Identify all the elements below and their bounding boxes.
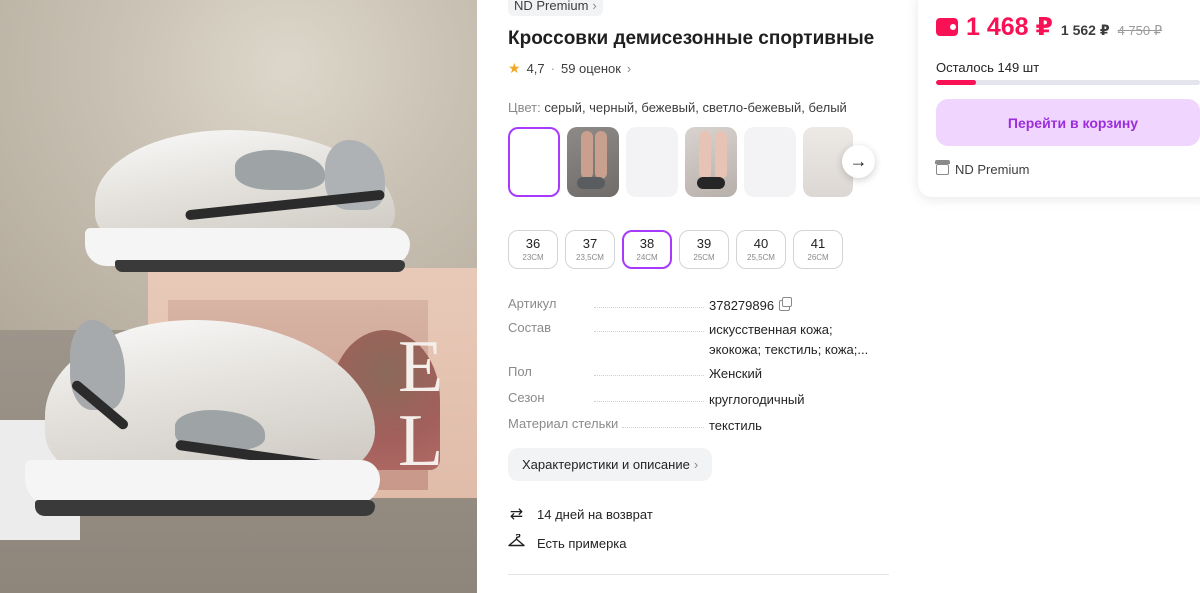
size-number: 41 [810, 236, 826, 251]
spec-leader [594, 401, 704, 402]
color-variant-thumb[interactable] [685, 127, 737, 197]
color-variant-thumb[interactable] [567, 127, 619, 197]
spec-key: Состав [508, 320, 552, 335]
color-value: серый, черный, бежевый, светло-бежевый, … [544, 100, 847, 115]
color-label: Цвет: [508, 100, 541, 115]
size-option[interactable]: 37 23,5СМ [565, 230, 615, 269]
size-number: 37 [582, 236, 598, 251]
brand-link[interactable]: ND Premium › [508, 0, 603, 16]
stock-left: Осталось 149 шт [936, 60, 1040, 75]
price-row: 1 468 ₽ 1 562 ₽ 4 750 ₽ [936, 12, 1162, 42]
spec-key: Пол [508, 364, 532, 379]
chevron-right-icon: › [626, 61, 632, 76]
feature-return: ⇄ 14 дней на возврат [508, 504, 653, 524]
product-main-image[interactable]: EL [0, 0, 477, 593]
size-option[interactable]: 40 25,5СМ [736, 230, 786, 269]
rating-value: 4,7 [526, 61, 545, 76]
spec-key: Материал стельки [508, 416, 619, 431]
wallet-icon [936, 18, 958, 36]
characteristics-label: Характеристики и описание [522, 457, 690, 472]
product-title: Кроссовки демисезонные спортивные [508, 28, 875, 49]
stock-progress-fill [936, 80, 976, 85]
size-cm: 23СМ [522, 253, 544, 262]
copy-icon[interactable] [779, 297, 793, 311]
size-option[interactable]: 41 26СМ [793, 230, 843, 269]
color-info: Цвет: серый, черный, бежевый, светло-беж… [508, 100, 847, 115]
separator-dot: · [550, 61, 555, 76]
seller-name: ND Premium [955, 162, 1030, 177]
spec-value: текстиль [709, 418, 762, 433]
spec-leader [622, 427, 704, 428]
spec-leader [594, 307, 704, 308]
reviews-link[interactable]: 59 оценок [561, 61, 621, 76]
chevron-right-icon: › [693, 457, 699, 472]
feature-text: Есть примерка [537, 536, 627, 551]
color-variants [508, 127, 853, 197]
sneaker-top [85, 120, 415, 280]
price-without-wallet: 1 562 ₽ [1060, 22, 1110, 38]
brand-label: ND Premium [514, 0, 589, 13]
size-cm: 25,5СМ [747, 253, 775, 262]
spec-leader [594, 375, 704, 376]
feature-fitting: Есть примерка [508, 533, 627, 553]
size-number: 38 [639, 236, 655, 251]
stock-progress [936, 80, 1200, 85]
size-number: 40 [753, 236, 769, 251]
cart-button-label: Перейти в корзину [1007, 114, 1139, 131]
color-variant-thumb[interactable] [626, 127, 678, 197]
star-icon: ★ [508, 60, 521, 76]
size-option[interactable]: 36 23СМ [508, 230, 558, 269]
size-selector: 36 23СМ 37 23,5СМ 38 24СМ 39 25СМ 40 25,… [508, 230, 843, 269]
go-to-cart-button[interactable]: Перейти в корзину [936, 99, 1200, 146]
spec-key: Сезон [508, 390, 545, 405]
feature-text: 14 дней на возврат [537, 506, 653, 522]
arrow-right-icon: → [849, 151, 868, 171]
size-option-selected[interactable]: 38 24СМ [622, 230, 672, 269]
color-variant-thumb[interactable] [508, 127, 560, 197]
sneaker-bottom [25, 310, 385, 530]
size-number: 36 [525, 236, 541, 251]
chevron-right-icon: › [592, 0, 597, 13]
spec-value: искусственная кожа; экокожа; текстиль; к… [709, 322, 869, 357]
spec-key: Артикул [508, 296, 557, 311]
seller-link[interactable]: ND Premium [935, 160, 1030, 177]
size-cm: 24СМ [636, 253, 658, 262]
thumbs-next-button[interactable]: → [842, 145, 875, 178]
shop-icon [935, 160, 950, 175]
size-option[interactable]: 39 25СМ [679, 230, 729, 269]
price-old: 4 750 ₽ [1117, 23, 1162, 38]
color-variant-thumb[interactable] [744, 127, 796, 197]
size-cm: 25СМ [693, 253, 715, 262]
characteristics-button[interactable]: Характеристики и описание › [508, 448, 713, 481]
spec-value: Женский [709, 366, 762, 381]
spec-leader [594, 331, 704, 332]
spec-value: 378279896 [709, 296, 884, 316]
spec-value: круглогодичный [709, 392, 805, 407]
rating-row[interactable]: ★ 4,7 · 59 оценок › [508, 60, 631, 77]
size-cm: 26СМ [807, 253, 829, 262]
article-number[interactable]: 378279896 [709, 298, 774, 313]
hanger-icon [508, 533, 525, 553]
return-icon: ⇄ [509, 506, 524, 523]
size-number: 39 [696, 236, 712, 251]
size-cm: 23,5СМ [576, 253, 604, 262]
photo-magazine-letters: EL [398, 326, 443, 482]
price-current: 1 468 ₽ [966, 13, 1053, 41]
section-divider [508, 574, 889, 575]
